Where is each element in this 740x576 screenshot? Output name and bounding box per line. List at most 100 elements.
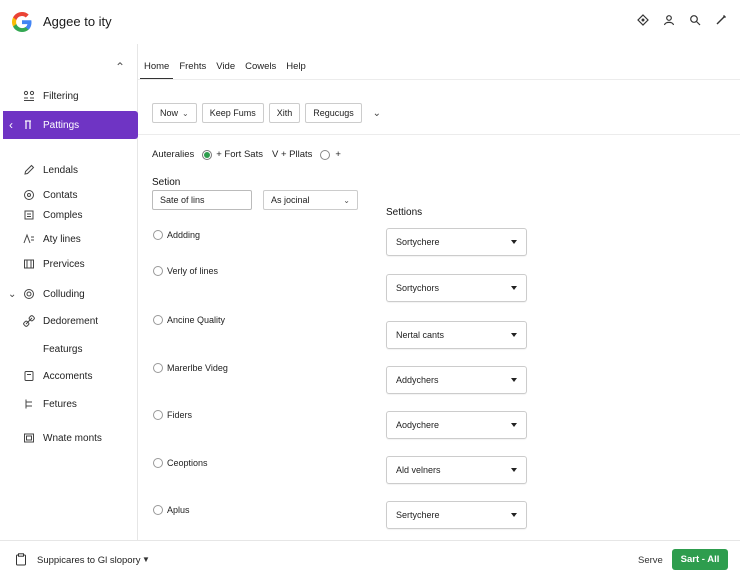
radio-button[interactable]: [153, 230, 163, 240]
setting-dropdown[interactable]: Addychers: [386, 366, 527, 394]
chevron-left-icon[interactable]: ‹: [9, 118, 13, 132]
option-radio[interactable]: Ceoptions: [153, 458, 208, 468]
option-label: Marerlbe Videg: [167, 363, 228, 373]
radio-button[interactable]: [153, 505, 163, 515]
sidebar-item-wnate-monts[interactable]: Wnate monts: [0, 424, 138, 452]
setting-dropdown[interactable]: Ald velners: [386, 456, 527, 484]
filter-row-label: Auteralies: [152, 149, 195, 160]
keep-fums-button[interactable]: Keep Fums: [201, 103, 264, 123]
radio-add[interactable]: [320, 149, 331, 160]
sidebar-item-label: Accoments: [43, 370, 93, 382]
regucugs-button[interactable]: Regucugs: [305, 103, 362, 123]
edit-icon[interactable]: [714, 12, 728, 28]
setting-dropdown[interactable]: Sortychere: [386, 228, 527, 256]
chevron-down-icon: ⌄: [343, 195, 350, 205]
option-fort-sats-label: + Fort Sats: [216, 149, 263, 160]
option-pllats-label[interactable]: V + Pllats: [272, 149, 312, 160]
sidebar-item-lendals[interactable]: Lendals: [0, 156, 138, 184]
dropdown-value: Ald velners: [396, 465, 441, 475]
sidebar-item-dedorement[interactable]: Dedorement: [0, 307, 138, 335]
section-title: Setion: [152, 177, 181, 188]
sidebar-item-label: Comples: [43, 209, 83, 221]
setting-dropdown[interactable]: Nertal cants: [386, 321, 527, 349]
more-chevron-icon[interactable]: ⌄: [367, 103, 387, 123]
link-icon: [23, 315, 35, 327]
app-title: Aggee to ity: [43, 14, 112, 29]
option-radio[interactable]: Verly of lines: [153, 266, 218, 276]
section-name-input[interactable]: [152, 190, 252, 210]
radio-button[interactable]: [153, 410, 163, 420]
now-label: Now: [160, 108, 179, 118]
dropdown-value: Aodychere: [396, 420, 440, 430]
chevron-down-icon[interactable]: ⌄: [8, 289, 16, 300]
sidebar-item-label: Fetures: [43, 398, 77, 410]
sidebar-item-label: Filtering: [43, 90, 79, 102]
serve-button[interactable]: Serve: [638, 555, 663, 566]
sidebar-item-label: Pattings: [43, 119, 80, 131]
sidebar-item-prervices[interactable]: Prervices: [0, 250, 138, 278]
radio-button[interactable]: [153, 266, 163, 276]
tab-help[interactable]: Help: [282, 57, 310, 79]
search-icon[interactable]: [688, 12, 702, 28]
clipboard-icon: [16, 553, 26, 566]
dropdown-value: Sertychere: [396, 510, 440, 520]
caret-down-icon: [511, 513, 517, 517]
setting-dropdown[interactable]: Aodychere: [386, 411, 527, 439]
filter-row: Auteralies + Fort Sats V + Pllats +: [152, 149, 341, 160]
tab-divider: [138, 79, 740, 80]
comment-icon: [23, 370, 35, 382]
caret-down-icon: [511, 333, 517, 337]
option-radio[interactable]: Addding: [153, 230, 200, 240]
lightbulb-icon[interactable]: [636, 12, 650, 28]
tab-cowels[interactable]: Cowels: [241, 57, 280, 79]
sidebar-item-label: Aty lines: [43, 233, 81, 245]
sidebar-item-label: Featurgs: [43, 343, 83, 355]
sidebar-item-label: Wnate monts: [43, 432, 102, 444]
gear-icon: [23, 288, 35, 300]
sidebar-item-featurgs[interactable]: Featurgs: [0, 335, 138, 363]
option-label: Ceoptions: [167, 458, 208, 468]
sidebar-item-filtering[interactable]: Filtering: [0, 82, 138, 110]
app-logo-icon: [12, 12, 32, 32]
sidebar-item-fetures[interactable]: Fetures: [0, 390, 138, 418]
tab-vide[interactable]: Vide: [212, 57, 239, 79]
setting-dropdown[interactable]: Sertychere: [386, 501, 527, 529]
setting-dropdown[interactable]: Sortychors: [386, 274, 527, 302]
tree-icon: [23, 398, 35, 410]
caret-down-icon: [511, 378, 517, 382]
options-title: Settions: [386, 207, 423, 218]
radio-fort-sats[interactable]: [202, 149, 213, 160]
section-type-select[interactable]: As jocinal ⌄: [263, 190, 358, 210]
option-radio[interactable]: Fiders: [153, 410, 192, 420]
tab-home[interactable]: Home: [140, 57, 174, 79]
caret-down-icon: [511, 423, 517, 427]
caret-down-icon[interactable]: ▼: [142, 555, 150, 564]
user-icon[interactable]: [662, 12, 676, 28]
status-text[interactable]: Suppicares to Gl slopory: [37, 555, 141, 566]
xith-button[interactable]: Xith: [268, 103, 301, 123]
sart-all-button[interactable]: Sart - All: [672, 549, 728, 570]
sidebar-item-aty-lines[interactable]: Aty lines: [0, 225, 138, 253]
caret-down-icon: [511, 286, 517, 290]
option-label: Addding: [167, 230, 201, 240]
sidebar-item-pattings[interactable]: ‹ Pattings: [3, 111, 138, 139]
radio-button[interactable]: [153, 363, 163, 373]
pattings-icon: [24, 119, 36, 131]
preview-icon: [23, 258, 35, 270]
sidebar-item-accoments[interactable]: Accoments: [0, 362, 138, 390]
tab-frehts[interactable]: Frehts: [175, 57, 210, 79]
option-radio[interactable]: Marerlbe Videg: [153, 363, 228, 373]
option-radio[interactable]: Ancine Quality: [153, 315, 225, 325]
top-bar: Aggee to ity: [0, 0, 740, 44]
toolbar-divider: [138, 134, 740, 135]
tab-bar: Home Frehts Vide Cowels Help: [140, 57, 312, 79]
option-radio[interactable]: Aplus: [153, 505, 190, 515]
sidebar-item-label: Colluding: [43, 288, 85, 300]
radio-button[interactable]: [153, 458, 163, 468]
sidebar-item-colluding[interactable]: ⌄ Colluding: [0, 280, 138, 308]
radio-button[interactable]: [153, 315, 163, 325]
now-dropdown[interactable]: Now ⌄: [152, 103, 197, 123]
collapse-sidebar-icon[interactable]: ⌃: [115, 60, 125, 74]
list-icon: [23, 209, 35, 221]
pencil-icon: [23, 164, 35, 176]
